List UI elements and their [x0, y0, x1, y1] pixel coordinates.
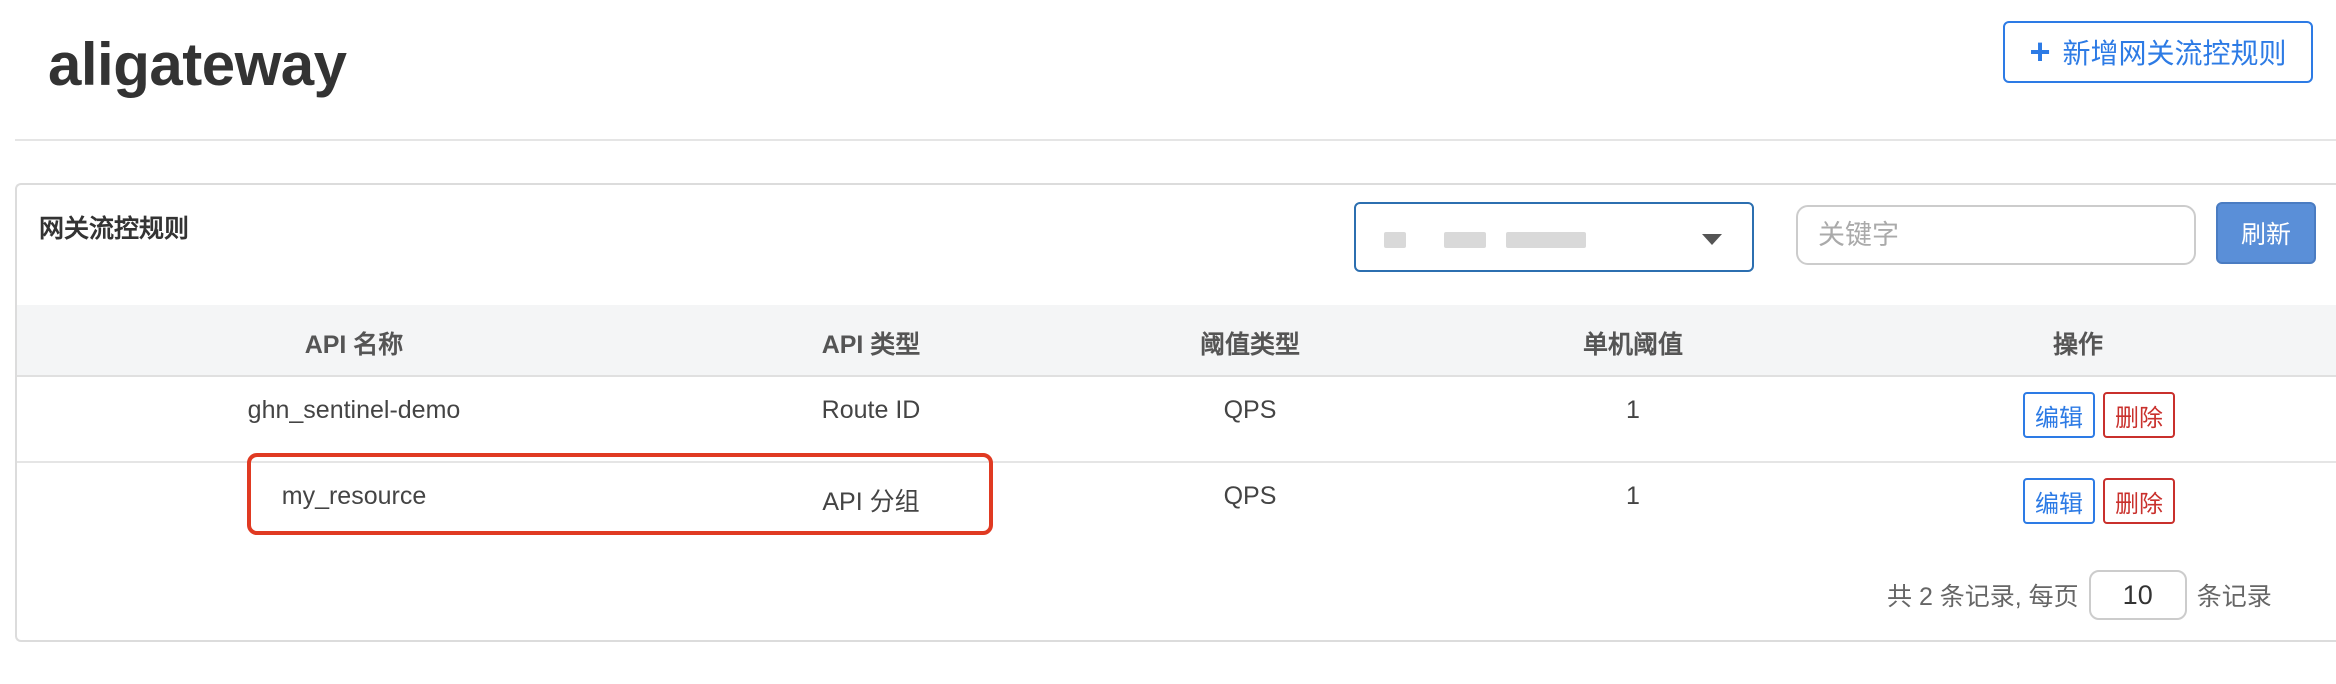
refresh-button[interactable]: 刷新 [2216, 202, 2316, 264]
plus-icon: + [2029, 31, 2051, 72]
machine-select[interactable] [1354, 202, 1754, 272]
pagination: 共 2 条记录, 每页 条记录 [1887, 570, 2272, 620]
column-header-threshold: 单机阈值 [1582, 331, 1684, 359]
highlight-annotation-box [247, 453, 993, 535]
column-header-threshold-type: 阈值类型 [1199, 331, 1301, 359]
threshold-cell: 1 [1626, 396, 1640, 424]
add-gateway-rule-button[interactable]: + 新增网关流控规则 [2003, 21, 2313, 83]
edit-button[interactable]: 编辑 [2023, 392, 2095, 438]
page-size-input[interactable] [2088, 570, 2187, 620]
keyword-search-input[interactable] [1796, 205, 2196, 265]
table-header: API 名称 API 类型 阈值类型 单机阈值 操作 [17, 305, 2336, 377]
threshold-cell: 1 [1626, 482, 1640, 510]
gateway-rules-panel: 网关流控规则 刷新 API 名称 API 类型 阈值类型 单机阈值 操作 ghn… [15, 183, 2336, 642]
add-button-label: 新增网关流控规则 [2062, 38, 2287, 69]
column-header-actions: 操作 [2052, 331, 2104, 359]
column-header-api-type: API 类型 [821, 331, 921, 359]
redacted-text-segment [1506, 232, 1586, 248]
column-header-api-name: API 名称 [304, 331, 404, 359]
api-type-cell: Route ID [821, 396, 921, 424]
threshold-type-cell: QPS [1223, 482, 1277, 510]
pagination-suffix: 条记录 [2196, 583, 2272, 611]
redacted-text-segment [1444, 232, 1486, 248]
delete-button[interactable]: 删除 [2103, 392, 2175, 438]
header-divider [15, 139, 2336, 141]
caret-down-icon [1702, 234, 1722, 245]
panel-title: 网关流控规则 [39, 215, 190, 243]
threshold-type-cell: QPS [1223, 396, 1277, 424]
redacted-text-segment [1384, 232, 1406, 248]
delete-button[interactable]: 删除 [2103, 478, 2175, 524]
edit-button[interactable]: 编辑 [2023, 478, 2095, 524]
row-actions: 编辑 删除 [2023, 478, 2175, 524]
table-row: ghn_sentinel-demo Route ID QPS 1 编辑 删除 [17, 377, 2336, 463]
pagination-summary: 共 2 条记录, 每页 [1887, 583, 2079, 611]
api-name-cell: ghn_sentinel-demo [247, 396, 461, 424]
row-actions: 编辑 删除 [2023, 392, 2175, 438]
app-title: aligateway [48, 31, 347, 98]
